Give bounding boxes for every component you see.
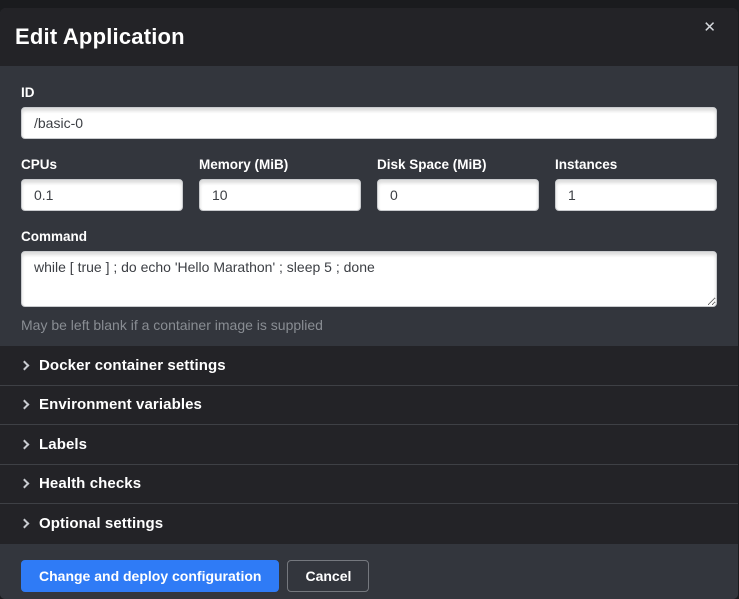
section-label: Health checks [39, 475, 141, 492]
cpus-field-group: CPUs [21, 157, 183, 211]
section-labels[interactable]: Labels [0, 425, 738, 465]
chevron-right-icon [20, 479, 30, 489]
section-environment-variables[interactable]: Environment variables [0, 386, 738, 426]
chevron-right-icon [20, 519, 30, 529]
command-textarea[interactable]: while [ true ] ; do echo 'Hello Marathon… [21, 251, 717, 307]
edit-application-modal: Edit Application ✕ ID CPUs Memory (MiB) … [0, 8, 738, 599]
instances-field-group: Instances [555, 157, 717, 211]
disk-space-input[interactable] [377, 179, 539, 211]
close-icon[interactable]: ✕ [703, 20, 716, 35]
instances-input[interactable] [555, 179, 717, 211]
instances-label: Instances [555, 157, 717, 172]
resources-field-row: CPUs Memory (MiB) Disk Space (MiB) Insta… [21, 157, 717, 211]
change-and-deploy-button[interactable]: Change and deploy configuration [21, 560, 279, 592]
command-field-group: Command while [ true ] ; do echo 'Hello … [21, 229, 717, 333]
chevron-right-icon [20, 439, 30, 449]
command-help-text: May be left blank if a container image i… [21, 317, 717, 333]
cpus-input[interactable] [21, 179, 183, 211]
id-field-group: ID [21, 85, 717, 139]
modal-body: ID CPUs Memory (MiB) Disk Space (MiB) In… [0, 66, 738, 346]
memory-field-group: Memory (MiB) [199, 157, 361, 211]
section-docker-container-settings[interactable]: Docker container settings [0, 346, 738, 386]
disk-field-group: Disk Space (MiB) [377, 157, 539, 211]
disk-space-label: Disk Space (MiB) [377, 157, 539, 172]
section-label: Environment variables [39, 396, 202, 413]
cpus-label: CPUs [21, 157, 183, 172]
id-input[interactable] [21, 107, 717, 139]
collapsible-sections: Docker container settings Environment va… [0, 346, 738, 544]
cancel-button[interactable]: Cancel [287, 560, 369, 592]
id-label: ID [21, 85, 717, 100]
modal-footer: Change and deploy configuration Cancel [0, 544, 738, 599]
memory-input[interactable] [199, 179, 361, 211]
command-label: Command [21, 229, 717, 244]
section-label: Labels [39, 436, 87, 453]
page-title: Edit Application [15, 24, 185, 50]
section-label: Optional settings [39, 515, 163, 532]
section-health-checks[interactable]: Health checks [0, 465, 738, 505]
section-label: Docker container settings [39, 357, 226, 374]
memory-label: Memory (MiB) [199, 157, 361, 172]
section-optional-settings[interactable]: Optional settings [0, 504, 738, 544]
modal-header: Edit Application ✕ [0, 8, 738, 66]
chevron-right-icon [20, 400, 30, 410]
chevron-right-icon [20, 360, 30, 370]
